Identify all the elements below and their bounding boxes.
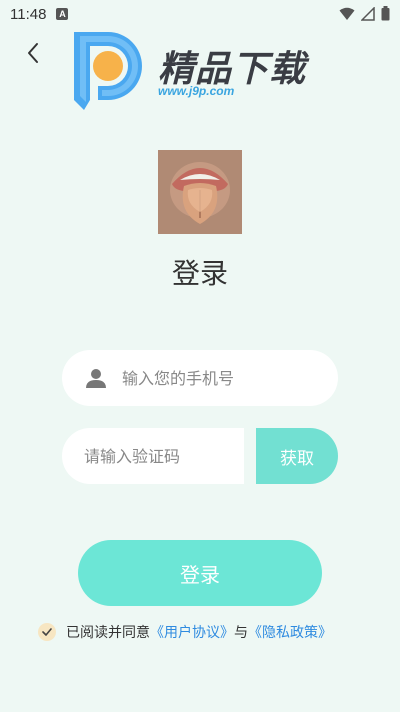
phone-input[interactable] xyxy=(122,368,312,388)
status-time: 11:48 xyxy=(10,5,47,23)
signal-icon xyxy=(361,6,375,21)
mouth-tongue-image xyxy=(158,150,242,234)
privacy-policy-link[interactable]: 《隐私政策》 xyxy=(248,622,332,642)
agreement-text: 已阅读并同意 xyxy=(66,625,150,641)
page-title: 登录 xyxy=(171,257,228,290)
user-agreement-link[interactable]: 《用户协议》 xyxy=(150,622,234,642)
brand-logo: 精品下载 www.j9p.com xyxy=(70,26,330,114)
wifi-icon xyxy=(339,7,355,20)
phone-field[interactable] xyxy=(62,350,338,406)
notification-icon: A xyxy=(56,8,69,20)
login-button[interactable]: 登录 xyxy=(78,540,322,606)
agreement-and: 与 xyxy=(234,625,248,641)
code-field[interactable] xyxy=(62,428,244,484)
back-button[interactable] xyxy=(18,38,48,68)
get-code-button[interactable]: 获取 xyxy=(256,428,338,484)
logo-mark-icon xyxy=(74,32,142,110)
agreement-checkbox[interactable] xyxy=(38,623,56,641)
check-icon xyxy=(42,628,52,636)
status-icons xyxy=(339,6,390,21)
battery-icon xyxy=(381,6,390,21)
status-bar: 11:48 A xyxy=(0,0,400,28)
chevron-left-icon xyxy=(28,43,38,63)
code-input[interactable] xyxy=(84,446,234,466)
logo-url: www.j9p.com xyxy=(158,84,235,98)
user-icon xyxy=(86,369,106,388)
app-avatar xyxy=(158,150,242,234)
agreement-row: 已阅读并同意 《用户协议》 与 《隐私政策》 xyxy=(38,622,332,642)
